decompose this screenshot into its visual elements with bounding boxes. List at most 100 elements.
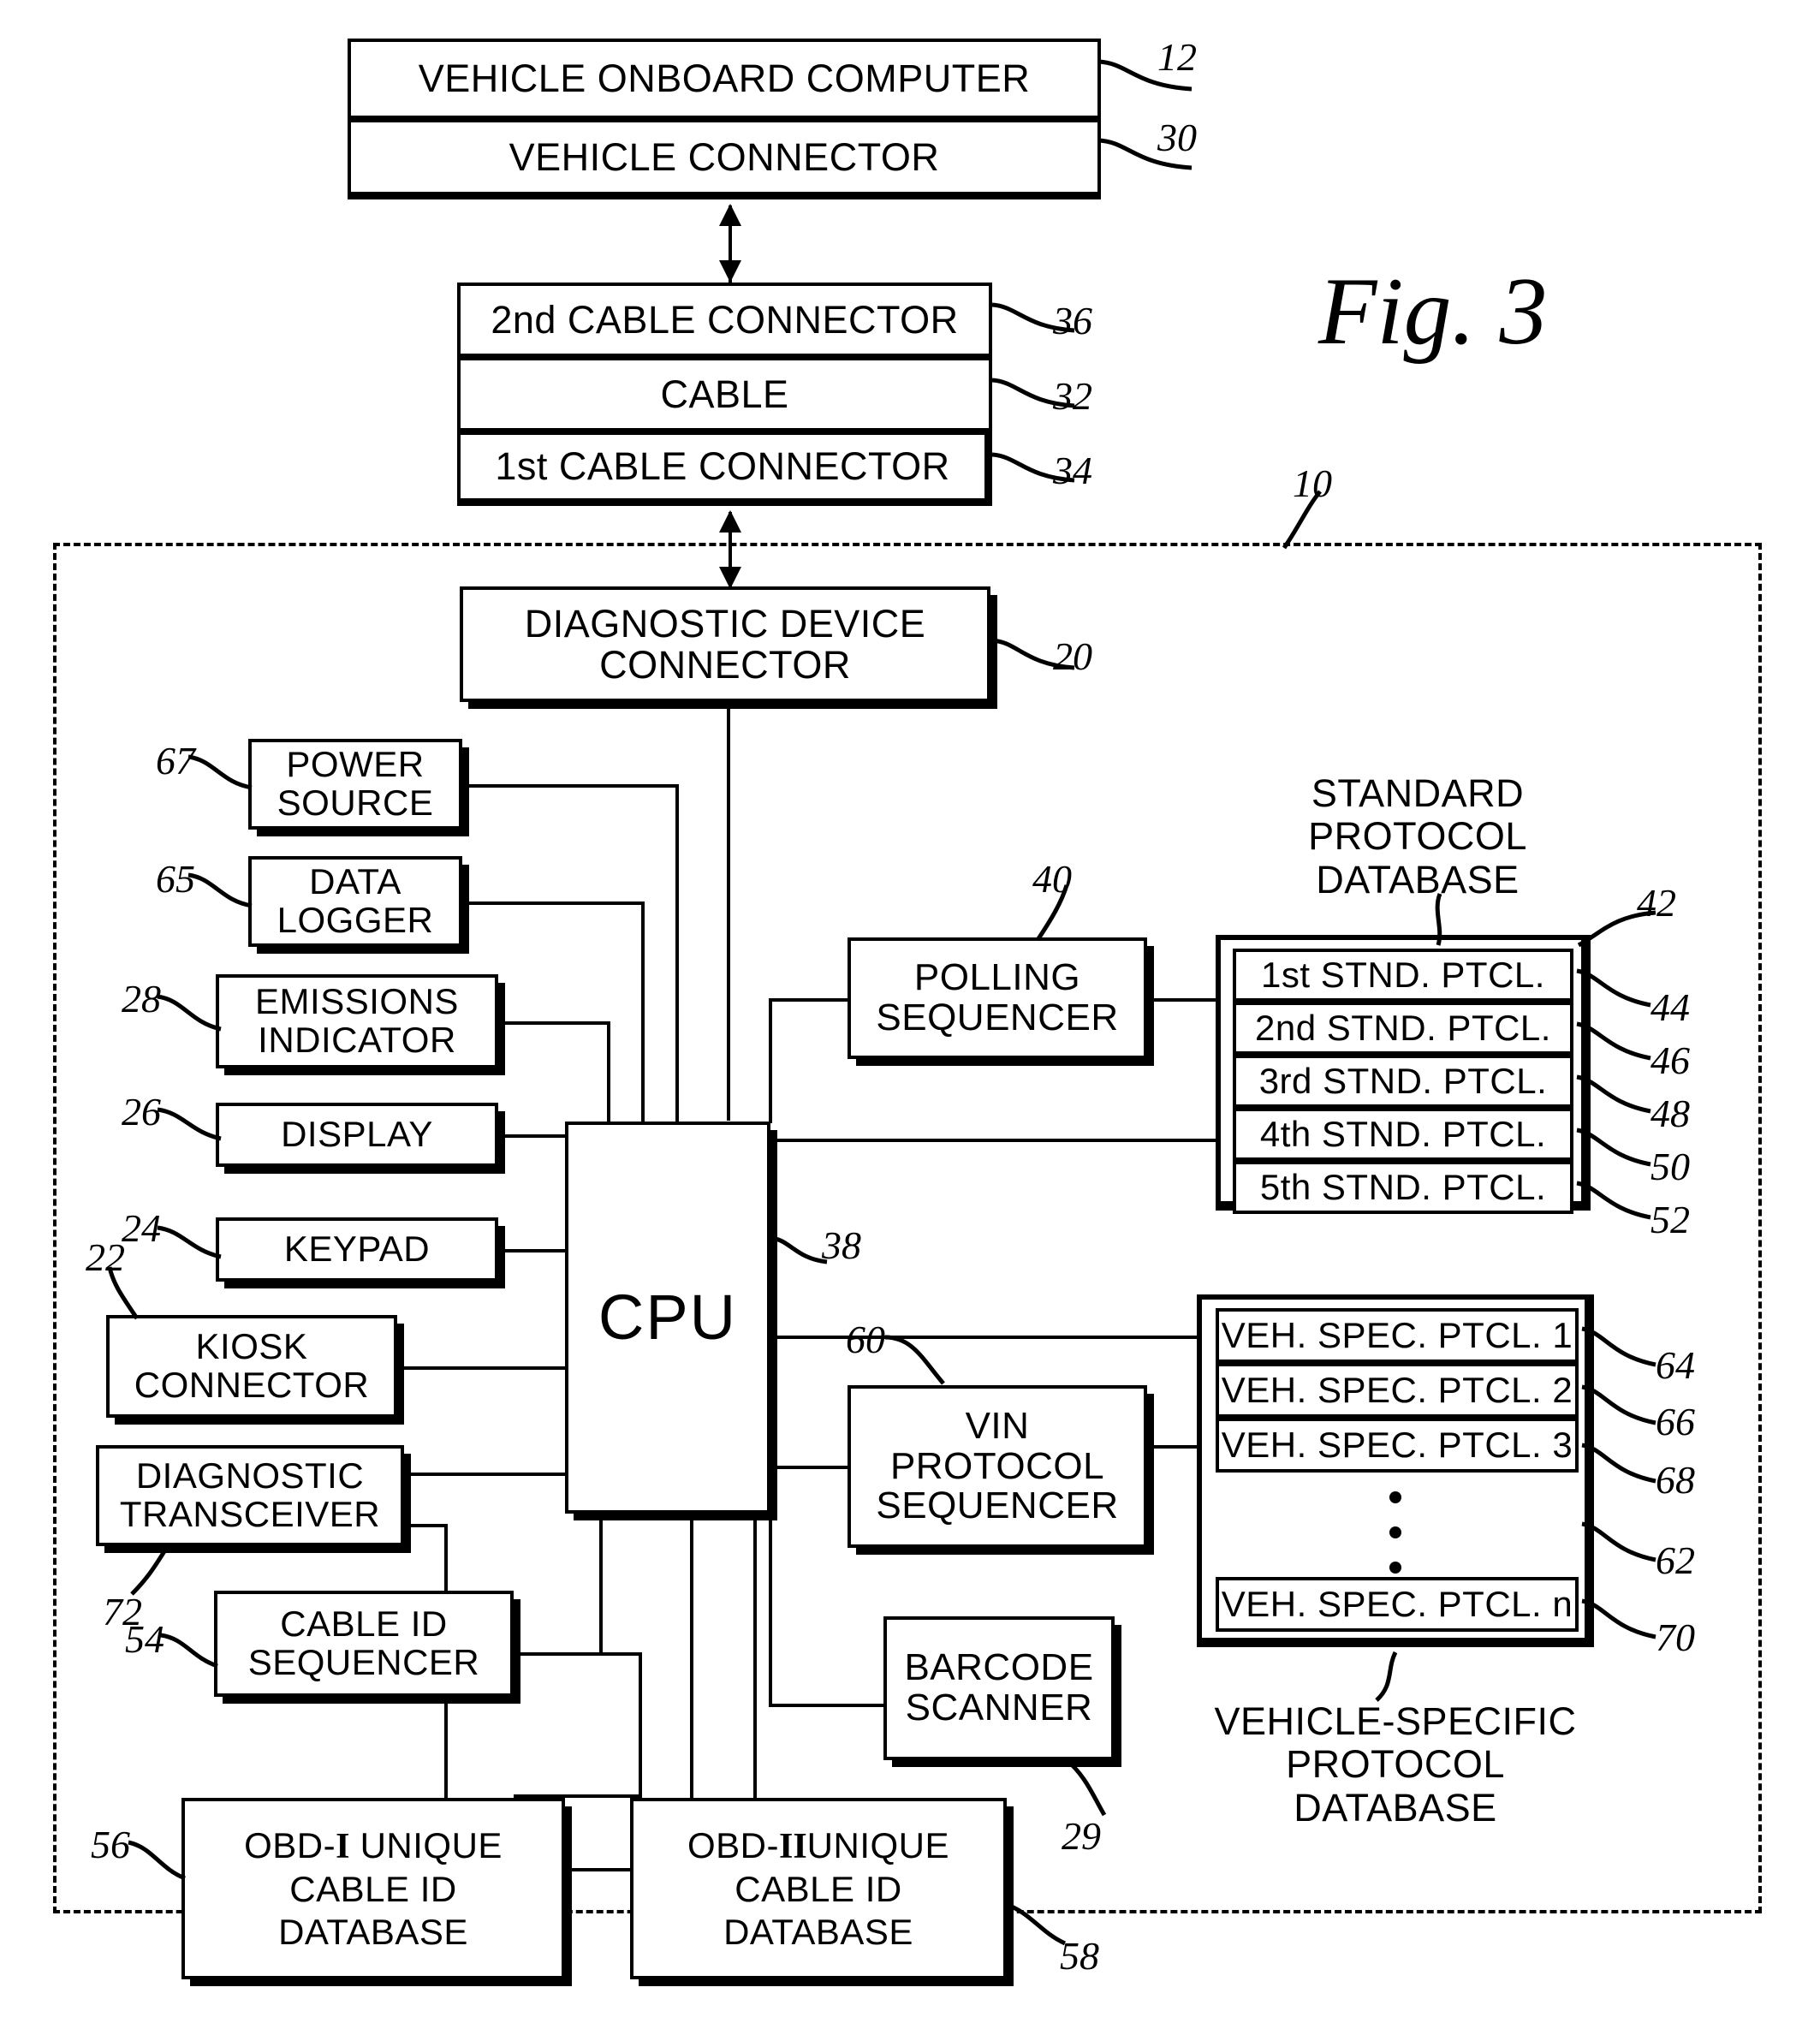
vehicle-connector-label: VEHICLE CONNECTOR bbox=[509, 134, 940, 179]
wire-kiosk-connector bbox=[397, 1366, 568, 1370]
wire-power-source bbox=[462, 784, 679, 788]
standard-protocol-entry-5: 5th STND. PTCL. bbox=[1233, 1161, 1573, 1214]
standard-protocol-entry-4-label: 4th STND. PTCL. bbox=[1259, 1114, 1547, 1154]
wire-emissions-indicator bbox=[498, 1021, 610, 1025]
standard-protocol-entry-1-label: 1st STND. PTCL. bbox=[1261, 955, 1545, 995]
cable-id-sequencer-label: CABLE ID SEQUENCER bbox=[247, 1604, 480, 1682]
ref-12: 12 bbox=[1157, 35, 1197, 79]
ref-32: 32 bbox=[1053, 374, 1092, 418]
arrow-down-cable bbox=[719, 260, 741, 283]
leader-line-50 bbox=[1576, 1128, 1651, 1167]
leader-line-70 bbox=[1581, 1598, 1656, 1639]
figure-label: Fig. 3 bbox=[1318, 259, 1548, 365]
cpu-box: CPU bbox=[565, 1122, 770, 1514]
ref-26: 26 bbox=[122, 1090, 161, 1133]
ref-36: 36 bbox=[1053, 299, 1092, 342]
vehicle-specific-entry-2-label: VEH. SPEC. PTCL. 2 bbox=[1221, 1370, 1573, 1410]
barcode-scanner-box: BARCODE SCANNER bbox=[883, 1616, 1115, 1760]
obd-i-cable-id-database-label: OBD-I UNIQUE CABLE ID DATABASE bbox=[244, 1824, 503, 1952]
ref-68: 68 bbox=[1656, 1458, 1695, 1502]
wire-cable-id-sequencer bbox=[514, 1652, 642, 1656]
leader-line-29 bbox=[1063, 1757, 1107, 1817]
first-cable-connector-label: 1st CABLE CONNECTOR bbox=[495, 444, 950, 488]
wire-barcode-scanner bbox=[770, 1704, 885, 1707]
leader-line-66 bbox=[1581, 1384, 1656, 1425]
ref-48: 48 bbox=[1650, 1092, 1690, 1135]
arrow-up-cable bbox=[719, 510, 741, 533]
standard-protocol-entry-3: 3rd STND. PTCL. bbox=[1233, 1055, 1573, 1108]
obd-ii-cable-id-database-label: OBD-IIUNIQUE CABLE ID DATABASE bbox=[687, 1824, 950, 1952]
ref-54: 54 bbox=[125, 1617, 164, 1661]
vehicle-specific-ellipsis bbox=[1389, 1491, 1401, 1574]
leader-line-vehicle-db-caption bbox=[1375, 1651, 1398, 1702]
leader-line-67 bbox=[187, 754, 253, 790]
ref-46: 46 bbox=[1650, 1038, 1690, 1082]
wire-cpu-to-std-db bbox=[770, 1139, 1216, 1142]
leader-line-54 bbox=[160, 1633, 218, 1669]
standard-protocol-entry-1: 1st STND. PTCL. bbox=[1233, 949, 1573, 1002]
polling-sequencer-label: POLLING SEQUENCER bbox=[876, 956, 1119, 1038]
standard-protocol-entry-2-label: 2nd STND. PTCL. bbox=[1255, 1008, 1551, 1048]
ref-10: 10 bbox=[1293, 461, 1332, 505]
link-connector-to-cpu bbox=[727, 702, 730, 1121]
arrow-up-vehicle bbox=[719, 204, 741, 226]
wire-display bbox=[498, 1134, 568, 1138]
wire-barcode-vert bbox=[769, 1514, 772, 1707]
wire-cpu-polling bbox=[770, 998, 848, 1002]
leader-line-62 bbox=[1581, 1521, 1656, 1562]
vin-protocol-sequencer-label: VIN PROTOCOL SEQUENCER bbox=[876, 1405, 1119, 1527]
ref-40: 40 bbox=[1032, 857, 1072, 901]
cable-box: CABLE bbox=[457, 357, 992, 431]
leader-line-65 bbox=[187, 872, 253, 908]
leader-line-60 bbox=[884, 1335, 945, 1385]
ref-66: 66 bbox=[1656, 1400, 1695, 1443]
display-box: DISPLAY bbox=[216, 1103, 498, 1167]
wire-cpu-to-cable-id bbox=[599, 1514, 603, 1652]
emissions-indicator-box: EMISSIONS INDICATOR bbox=[216, 974, 498, 1068]
kiosk-connector-box: KIOSK CONNECTOR bbox=[106, 1315, 397, 1418]
polling-sequencer-box: POLLING SEQUENCER bbox=[848, 937, 1147, 1059]
leader-line-64 bbox=[1581, 1326, 1656, 1367]
keypad-box: KEYPAD bbox=[216, 1217, 498, 1282]
diagnostic-device-connector-box: DIAGNOSTIC DEVICE CONNECTOR bbox=[460, 586, 990, 702]
ref-60: 60 bbox=[846, 1318, 885, 1361]
standard-protocol-entry-3-label: 3rd STND. PTCL. bbox=[1258, 1061, 1548, 1101]
wire-polling-to-std-db bbox=[1147, 998, 1217, 1002]
leader-line-56 bbox=[128, 1840, 186, 1881]
ref-20: 20 bbox=[1053, 634, 1092, 678]
wire-data-logger-vert bbox=[641, 901, 645, 1122]
standard-protocol-database-caption: STANDARD PROTOCOL DATABASE bbox=[1308, 771, 1527, 901]
ref-50: 50 bbox=[1650, 1145, 1690, 1188]
diagnostic-transceiver-box: DIAGNOSTIC TRANSCEIVER bbox=[96, 1445, 404, 1546]
ref-52: 52 bbox=[1650, 1198, 1690, 1241]
cable-label: CABLE bbox=[660, 372, 789, 416]
vehicle-specific-entry-3-label: VEH. SPEC. PTCL. 3 bbox=[1221, 1425, 1573, 1465]
vehicle-specific-protocol-database-caption: VEHICLE-SPECIFIC PROTOCOL DATABASE bbox=[1214, 1699, 1577, 1830]
leader-line-44 bbox=[1576, 968, 1651, 1008]
data-logger-label: DATA LOGGER bbox=[277, 861, 434, 940]
vehicle-onboard-computer-box: VEHICLE ONBOARD COMPUTER bbox=[348, 39, 1101, 119]
obd-i-cable-id-database-box: OBD-I UNIQUE CABLE ID DATABASE bbox=[181, 1798, 565, 1979]
ref-67: 67 bbox=[156, 739, 195, 782]
barcode-scanner-label: BARCODE SCANNER bbox=[904, 1646, 1094, 1728]
leader-line-26 bbox=[157, 1107, 222, 1141]
cable-id-sequencer-box: CABLE ID SEQUENCER bbox=[214, 1591, 514, 1697]
second-cable-connector-label: 2nd CABLE CONNECTOR bbox=[491, 297, 959, 342]
diagnostic-device-connector-label: DIAGNOSTIC DEVICE CONNECTOR bbox=[524, 601, 926, 687]
wire-diagnostic-transceiver bbox=[404, 1473, 568, 1476]
ref-24: 24 bbox=[122, 1206, 161, 1250]
vehicle-specific-entry-n-label: VEH. SPEC. PTCL. n bbox=[1221, 1584, 1573, 1624]
wire-cpu-to-vin bbox=[770, 1466, 849, 1469]
wire-cpu-to-obd2-b bbox=[753, 1514, 757, 1798]
standard-protocol-entry-2: 2nd STND. PTCL. bbox=[1233, 1002, 1573, 1055]
ref-34: 34 bbox=[1053, 449, 1092, 492]
leader-line-28 bbox=[157, 994, 222, 1032]
ref-42: 42 bbox=[1637, 881, 1676, 925]
wire-emissions-indicator-vert bbox=[607, 1021, 610, 1122]
ref-22: 22 bbox=[86, 1235, 125, 1279]
data-logger-box: DATA LOGGER bbox=[248, 856, 462, 947]
wire-cpu-to-veh-db bbox=[770, 1336, 1198, 1339]
ref-64: 64 bbox=[1656, 1343, 1695, 1387]
ref-70: 70 bbox=[1656, 1615, 1695, 1659]
wire-transceiver-down bbox=[404, 1524, 448, 1527]
